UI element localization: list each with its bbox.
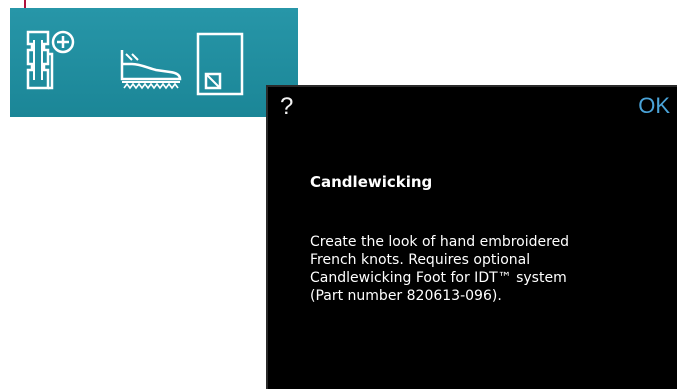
page-button[interactable] — [194, 30, 246, 98]
help-button[interactable]: ? — [280, 93, 293, 121]
dialog-title: Candlewicking — [310, 173, 433, 191]
ok-button[interactable]: OK — [638, 93, 670, 119]
toolbar — [10, 8, 298, 117]
hoop-add-button[interactable] — [22, 26, 80, 94]
presser-foot-button[interactable] — [118, 46, 186, 92]
hoop-add-icon — [26, 30, 75, 90]
help-dialog: ? OK Candlewicking Create the look of ha… — [266, 85, 677, 389]
page-icon — [196, 32, 244, 96]
description-line: French knots. Requires optional — [310, 252, 531, 268]
description-line: (Part number 820613-096). — [310, 288, 502, 304]
dialog-description: Create the look of hand embroidered Fren… — [310, 233, 650, 305]
screen: ? OK Candlewicking Create the look of ha… — [0, 0, 677, 389]
description-line: Create the look of hand embroidered — [310, 234, 570, 250]
description-line: Candlewicking Foot for IDT™ system — [310, 270, 567, 286]
presser-foot-icon — [120, 50, 182, 90]
